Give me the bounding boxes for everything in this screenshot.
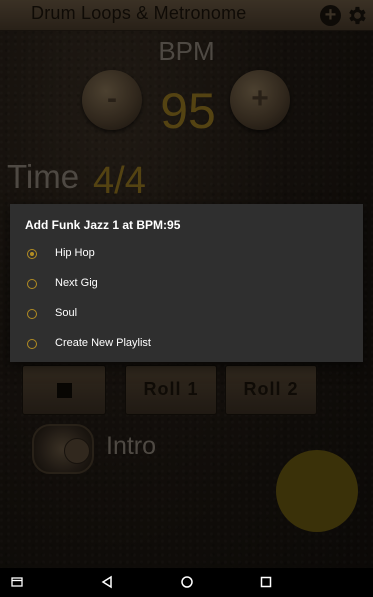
add-to-playlist-dialog: Add Funk Jazz 1 at BPM:95 Hip Hop Next G… (10, 204, 363, 362)
overview-icon[interactable] (258, 574, 274, 590)
back-icon[interactable] (99, 574, 115, 590)
home-icon[interactable] (179, 574, 195, 590)
dialog-title: Add Funk Jazz 1 at BPM:95 (25, 218, 181, 232)
radio-icon[interactable] (27, 309, 37, 319)
radio-selected-icon[interactable] (27, 249, 37, 259)
playlist-option[interactable]: Next Gig (10, 270, 363, 300)
playlist-option-label: Create New Playlist (55, 337, 151, 349)
recents-icon[interactable] (9, 574, 25, 590)
radio-icon[interactable] (27, 339, 37, 349)
playlist-option-label: Hip Hop (55, 247, 95, 259)
create-playlist-option[interactable]: Create New Playlist (10, 330, 363, 360)
radio-icon[interactable] (27, 279, 37, 289)
playlist-option-label: Soul (55, 307, 78, 319)
playlist-option[interactable]: Soul (10, 300, 363, 330)
playlist-option[interactable]: Hip Hop (10, 240, 363, 270)
system-nav-bar (0, 568, 373, 597)
playlist-option-label: Next Gig (55, 277, 98, 289)
